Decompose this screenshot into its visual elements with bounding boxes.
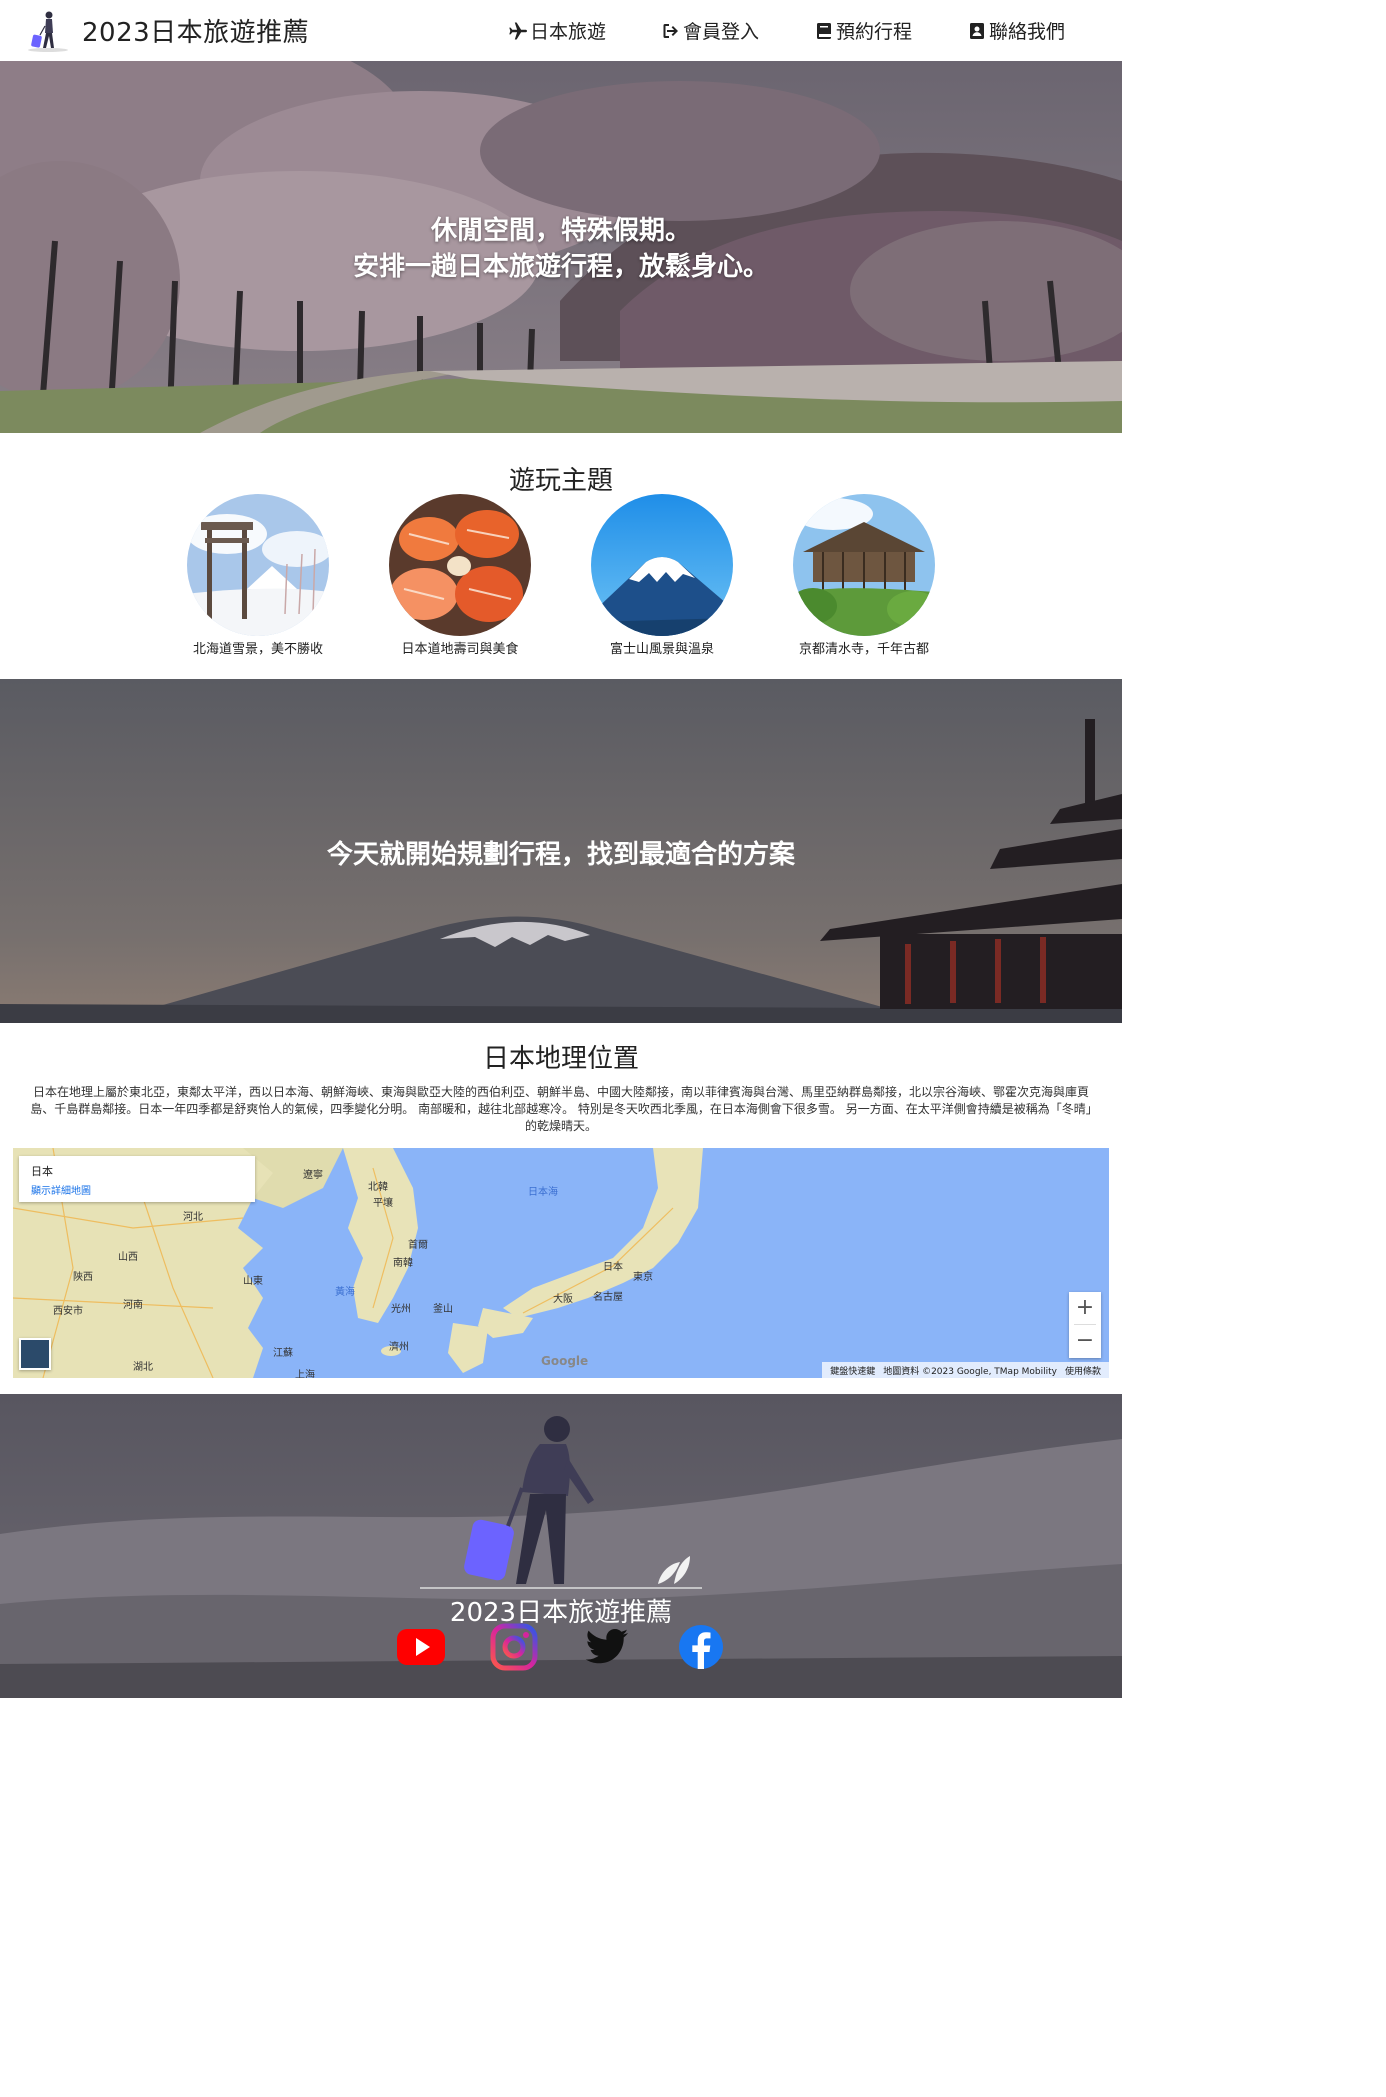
traveler-logo-icon (28, 11, 68, 52)
nav-member-login-label: 會員登入 (683, 21, 760, 43)
nav-member-login[interactable]: 會員登入 (661, 17, 759, 44)
map-attribution: 鍵盤快速鍵 地圖資料 ©2023 Google, TMap Mobility 使… (822, 1362, 1109, 1378)
map-place-card: 日本 顯示詳細地圖 (19, 1156, 255, 1202)
geo-description: 日本在地理上屬於東北亞，東鄰太平洋，西以日本海、朝鮮海峽、東海與歐亞大陸的西伯利… (30, 1085, 1092, 1133)
nav-book-trip[interactable]: 預約行程 (814, 17, 912, 44)
nav-contact-us[interactable]: 聯絡我們 (967, 17, 1065, 44)
site-footer: 2023日本旅遊推薦 (0, 1394, 1122, 1698)
hero-banner: 休閒空間，特殊假期。 安排一趟日本旅遊行程，放鬆身心。 (0, 61, 1122, 433)
map-zoom-out-button[interactable]: − (1069, 1325, 1101, 1357)
home-logo-link[interactable]: 2023日本旅遊推薦 (24, 9, 309, 53)
map-label-jiangsu: 江蘇 (273, 1348, 293, 1359)
map-label-gwangju: 光州 (391, 1304, 411, 1315)
kiyomizu-temple-image (793, 494, 935, 636)
airplane-icon (509, 22, 527, 39)
map-label-japan-sea: 日本海 (528, 1187, 558, 1198)
geo-title: 日本地理位置 (482, 1044, 639, 1074)
theme-caption-fuji: 富士山風景與溫泉 (609, 642, 714, 657)
cta-banner: 今天就開始規劃行程，找到最適合的方案 (0, 679, 1122, 1023)
hero-line-2: 安排一趟日本旅遊行程，放鬆身心。 (352, 252, 769, 282)
themes-title: 遊玩主題 (508, 466, 613, 496)
map-label-hebei: 河北 (183, 1212, 203, 1223)
map-label-pyongyang: 平壤 (373, 1198, 393, 1209)
map-label-shaanxi: 陝西 (73, 1272, 93, 1283)
nav-japan-travel[interactable]: 日本旅遊 (508, 17, 606, 44)
contact-card-icon (970, 22, 985, 39)
map-keyboard-shortcuts-link[interactable]: 鍵盤快速鍵 (830, 1364, 875, 1377)
hero-line-1: 休閒空間，特殊假期。 (430, 216, 691, 246)
main-nav: 日本旅遊 會員登入 預約行程 聯絡我們 (508, 0, 1120, 61)
map-label-nagoya: 名古屋 (593, 1292, 623, 1303)
map-card-title: 日本 (31, 1165, 53, 1178)
nav-book-trip-label: 預約行程 (836, 21, 913, 43)
map-detail-link[interactable]: 顯示詳細地圖 (31, 1182, 243, 1197)
sushi-food-image (389, 494, 531, 636)
mount-fuji-image (591, 494, 733, 636)
map-terms-link[interactable]: 使用條款 (1065, 1364, 1101, 1377)
map-label-south-korea: 南韓 (393, 1258, 413, 1269)
youtube-link[interactable] (396, 1622, 446, 1672)
theme-card-sushi[interactable]: 日本道地壽司與美食 (380, 494, 540, 657)
youtube-icon (397, 1629, 445, 1665)
hokkaido-snow-image (187, 494, 329, 636)
themes-row: 北海道雪景，美不勝收 日本道地壽司與美食 富士山風景與溫泉 京都清水寺，千年古都 (0, 494, 1122, 657)
social-links (396, 1622, 726, 1672)
map-label-north-korea: 北韓 (368, 1182, 388, 1193)
theme-caption-hokkaido: 北海道雪景，美不勝收 (192, 642, 323, 657)
map-label-henan: 河南 (123, 1300, 143, 1311)
google-map-embed[interactable]: 日本 顯示詳細地圖 北韓 平壤 日本海 首爾 南韓 黃海 光州 釜山 濟州 日本… (13, 1148, 1109, 1378)
map-label-tokyo: 東京 (633, 1272, 653, 1283)
theme-caption-sushi: 日本道地壽司與美食 (401, 642, 519, 657)
instagram-icon (490, 1623, 538, 1671)
map-label-shanxi: 山西 (118, 1252, 138, 1263)
sign-in-icon (663, 23, 679, 38)
map-label-jeju: 濟州 (389, 1342, 409, 1353)
map-label-japan: 日本 (603, 1262, 623, 1273)
map-label-liaoning: 遼寧 (303, 1170, 323, 1181)
site-header: 2023日本旅遊推薦 日本旅遊 會員登入 預約行程 聯絡我們 (0, 0, 1122, 61)
facebook-icon (679, 1625, 723, 1669)
theme-card-fuji[interactable]: 富士山風景與溫泉 (582, 494, 742, 657)
twitter-link[interactable] (582, 1622, 632, 1672)
map-label-shanghai: 上海 (295, 1370, 315, 1378)
nav-contact-us-label: 聯絡我們 (989, 21, 1066, 43)
facebook-link[interactable] (676, 1622, 726, 1672)
map-satellite-toggle[interactable] (19, 1338, 51, 1370)
map-zoom-in-button[interactable]: + (1069, 1292, 1101, 1324)
book-icon (817, 22, 832, 39)
twitter-icon (585, 1629, 628, 1664)
map-label-busan: 釜山 (433, 1304, 453, 1315)
nav-japan-travel-label: 日本旅遊 (530, 21, 607, 43)
map-label-hubei: 湖北 (133, 1362, 153, 1373)
theme-card-hokkaido[interactable]: 北海道雪景，美不勝收 (178, 494, 338, 657)
map-label-seoul: 首爾 (408, 1240, 428, 1251)
theme-caption-kyoto: 京都清水寺，千年古都 (798, 642, 929, 657)
map-label-yellow-sea: 黃海 (335, 1287, 355, 1298)
traveler-illustration-icon (420, 1416, 702, 1589)
site-title: 2023日本旅遊推薦 (82, 18, 310, 48)
map-label-osaka: 大阪 (553, 1294, 573, 1305)
map-label-shandong: 山東 (243, 1276, 263, 1287)
cta-text: 今天就開始規劃行程，找到最適合的方案 (326, 840, 795, 870)
map-label-xian: 西安市 (53, 1306, 83, 1317)
hero-headline: 休閒空間，特殊假期。 安排一趟日本旅遊行程，放鬆身心。 (0, 213, 1122, 285)
google-logo: Google (541, 1354, 589, 1368)
instagram-link[interactable] (489, 1622, 539, 1672)
theme-card-kyoto[interactable]: 京都清水寺，千年古都 (784, 494, 944, 657)
map-data-credit: 地圖資料 ©2023 Google, TMap Mobility (883, 1366, 1057, 1377)
map-zoom-controls: + − (1069, 1292, 1101, 1358)
